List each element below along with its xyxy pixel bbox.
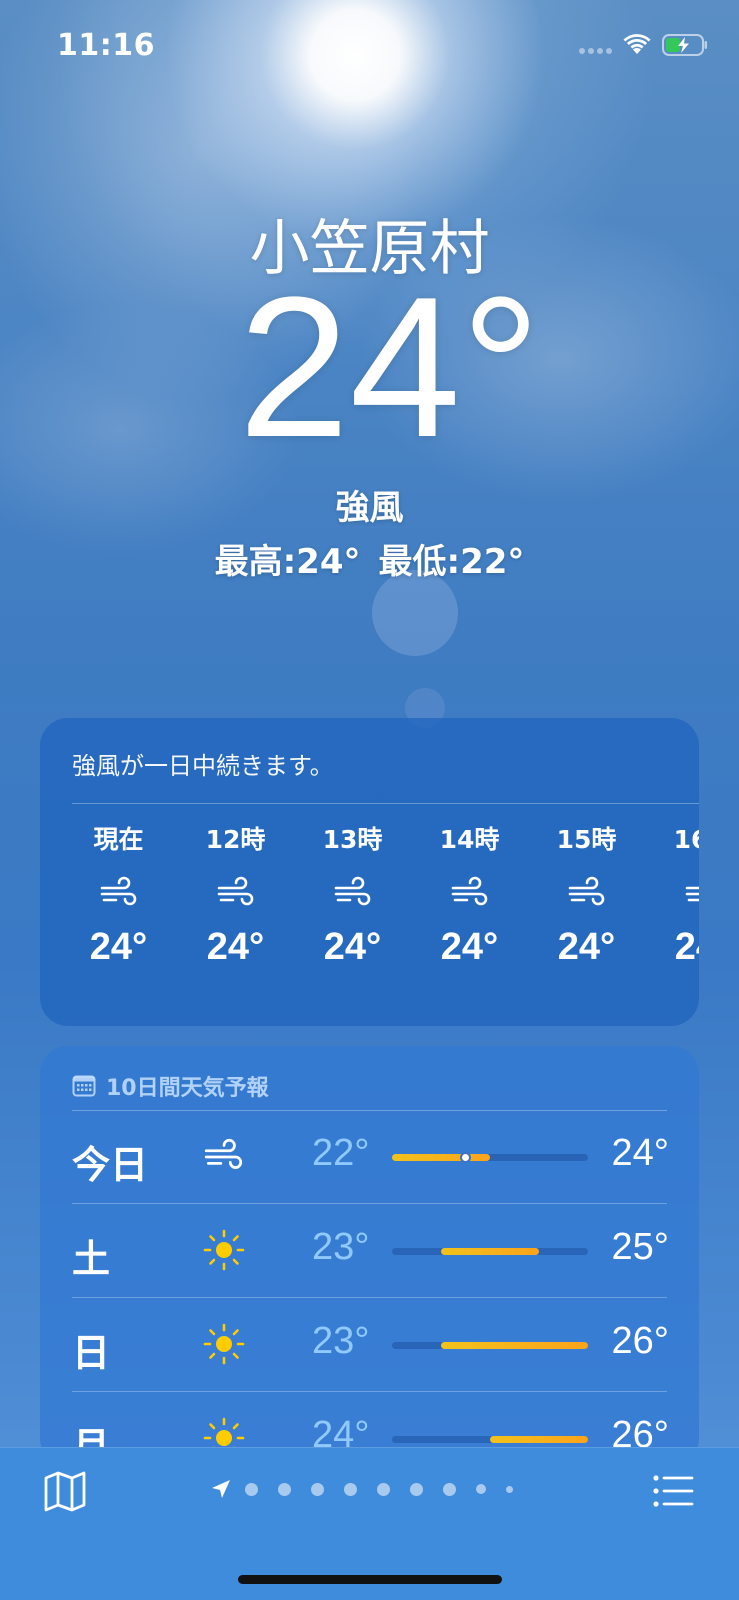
daily-forecast-card[interactable]: 10日間天気予報 今日 22° 24° 土 23° 25° 日 23° 26° … xyxy=(40,1046,699,1466)
hour-temp: 24° xyxy=(89,926,148,968)
temp-range-bar xyxy=(441,1248,539,1255)
battery-charging-icon xyxy=(662,34,707,56)
day-row[interactable]: 日 23° 26° xyxy=(40,1298,699,1392)
cellular-signal-icon xyxy=(579,48,612,54)
page-dot[interactable] xyxy=(410,1482,423,1496)
wind-icon xyxy=(685,886,699,902)
hour-temp: 24° xyxy=(674,926,699,968)
page-dot[interactable] xyxy=(344,1482,357,1496)
page-dot[interactable] xyxy=(476,1484,486,1494)
wind-icon xyxy=(568,876,604,906)
low-temp: 最低:22° xyxy=(378,542,525,582)
hour-item: 16時 24° xyxy=(645,816,699,969)
temp-range-track xyxy=(392,1248,588,1255)
home-indicator[interactable] xyxy=(238,1575,502,1584)
temp-range-bar xyxy=(441,1342,588,1349)
day-name: 今日 xyxy=(72,1143,149,1187)
day-row[interactable]: 今日 22° 24° xyxy=(40,1110,699,1204)
hour-label: 12時 xyxy=(205,825,266,854)
hour-temp: 24° xyxy=(323,926,382,968)
day-high-temp: 24° xyxy=(611,1132,669,1174)
temp-range-bar xyxy=(392,1154,490,1161)
page-dot[interactable] xyxy=(245,1482,258,1496)
wind-icon xyxy=(451,876,487,906)
hourly-summary: 強風が一日中続きます。 xyxy=(72,752,334,780)
hour-temp: 24° xyxy=(206,926,265,968)
divider xyxy=(72,803,699,804)
map-icon[interactable] xyxy=(42,1468,88,1514)
hour-temp: 24° xyxy=(440,926,499,968)
high-low-temps: 最高:24° 最低:22° xyxy=(0,534,739,583)
day-name: 土 xyxy=(72,1237,111,1281)
wifi-icon xyxy=(623,34,651,54)
hour-temp: 24° xyxy=(557,926,616,968)
hour-label: 16時 xyxy=(673,825,699,854)
hour-label: 15時 xyxy=(556,825,617,854)
page-indicator[interactable] xyxy=(210,1478,533,1500)
daily-header: 10日間天気予報 xyxy=(72,1070,269,1102)
day-low-temp: 22° xyxy=(312,1132,370,1174)
day-row[interactable]: 土 23° 25° xyxy=(40,1204,699,1298)
status-time: 11:16 xyxy=(57,28,155,63)
location-arrow-icon[interactable] xyxy=(210,1478,232,1500)
hourly-list[interactable]: 現在 24° 12時 24° 13時 24° 14時 24° 15時 24° 1… xyxy=(60,816,699,969)
hour-item: 15時 24° xyxy=(528,816,645,969)
wind-icon xyxy=(100,876,136,906)
hour-label: 13時 xyxy=(322,825,383,854)
day-low-temp: 23° xyxy=(312,1226,370,1268)
current-condition: 強風 xyxy=(335,488,404,528)
hour-label: 現在 xyxy=(93,825,144,854)
temp-range-track xyxy=(392,1436,588,1443)
day-name: 日 xyxy=(72,1331,111,1375)
hourly-forecast-card[interactable]: 強風が一日中続きます。 現在 24° 12時 24° 13時 24° 14時 2… xyxy=(40,718,699,1026)
wind-icon xyxy=(334,876,370,906)
daily-header-label: 10日間天気予報 xyxy=(106,1076,269,1101)
calendar-icon xyxy=(72,1075,96,1097)
temp-range-track xyxy=(392,1342,588,1349)
temp-range-track xyxy=(392,1152,588,1163)
high-temp: 最高:24° xyxy=(214,542,361,582)
page-dot[interactable] xyxy=(278,1482,291,1496)
hour-item: 14時 24° xyxy=(411,816,528,969)
current-temperature: 24° xyxy=(238,256,541,479)
wind-icon xyxy=(204,1138,243,1169)
day-high-temp: 25° xyxy=(611,1226,669,1268)
day-high-temp: 26° xyxy=(611,1320,669,1362)
page-dot[interactable] xyxy=(311,1482,324,1496)
sun-icon xyxy=(203,1323,245,1365)
hour-item: 12時 24° xyxy=(177,816,294,969)
temp-range-bar xyxy=(490,1436,588,1443)
sun-icon xyxy=(203,1229,245,1271)
current-temp-marker xyxy=(460,1152,471,1163)
day-low-temp: 23° xyxy=(312,1320,370,1362)
hour-label: 14時 xyxy=(439,825,500,854)
wind-icon xyxy=(217,876,253,906)
list-icon[interactable] xyxy=(652,1470,694,1512)
page-dot[interactable] xyxy=(377,1482,390,1496)
page-dot[interactable] xyxy=(443,1482,456,1496)
hour-item: 13時 24° xyxy=(294,816,411,969)
status-bar: 11:16 xyxy=(0,0,739,90)
page-dot[interactable] xyxy=(506,1485,513,1493)
hour-item: 現在 24° xyxy=(60,816,177,969)
